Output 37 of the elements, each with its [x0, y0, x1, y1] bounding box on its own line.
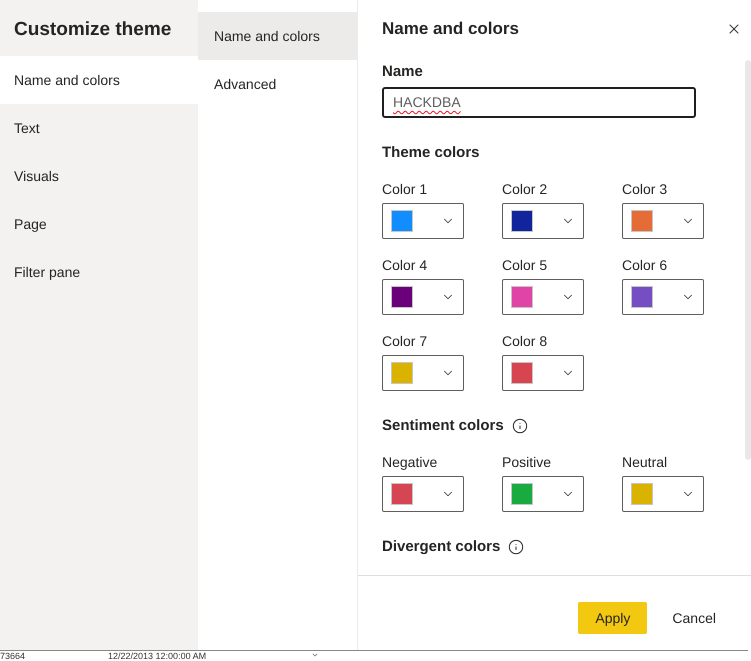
- color-label: Color 6: [622, 256, 668, 275]
- color-label: Color 8: [502, 332, 548, 351]
- color-label: Color 7: [382, 332, 428, 351]
- color-dropdown[interactable]: [502, 203, 584, 239]
- color-label: Color 2: [502, 180, 548, 199]
- info-icon[interactable]: [512, 418, 528, 434]
- color-dropdown[interactable]: [622, 476, 704, 512]
- color-label: Positive: [502, 453, 552, 472]
- section-title: Divergent colors: [382, 537, 500, 557]
- color-dropdown[interactable]: [382, 476, 464, 512]
- color-dropdown[interactable]: [382, 355, 464, 391]
- table-cell-text: 73664: [0, 651, 26, 661]
- color-label: Color 5: [502, 256, 548, 275]
- color-label: Color 4: [382, 256, 428, 275]
- color-dropdown[interactable]: [502, 355, 584, 391]
- nav-item[interactable]: Name and colors: [0, 56, 198, 104]
- chevron-down-icon[interactable]: [311, 651, 319, 659]
- subnav-item[interactable]: Name and colors: [198, 12, 357, 60]
- color-dropdown[interactable]: [502, 476, 584, 512]
- info-icon[interactable]: [508, 539, 524, 555]
- color-dropdown[interactable]: [622, 203, 704, 239]
- color-label: Color 3: [622, 180, 668, 199]
- section-title: Theme colors: [382, 143, 480, 163]
- color-label: Color 1: [382, 180, 428, 199]
- field-label: Name: [382, 62, 423, 82]
- color-dropdown[interactable]: [622, 279, 704, 315]
- apply-button[interactable]: Apply: [578, 602, 648, 634]
- color-label: Negative: [382, 453, 438, 472]
- panel-title: Name and colors: [382, 18, 519, 40]
- section-title: Sentiment colors: [382, 416, 504, 436]
- table-cell: 12/22/2013 12:00:00 AM: [108, 651, 206, 661]
- dialog-title: Customize theme: [14, 19, 172, 40]
- color-dropdown[interactable]: [382, 279, 464, 315]
- color-dropdown[interactable]: [382, 203, 464, 239]
- name-input[interactable]: HACKDBA: [382, 87, 696, 118]
- color-dropdown[interactable]: [502, 279, 584, 315]
- color-label: Neutral: [622, 453, 668, 472]
